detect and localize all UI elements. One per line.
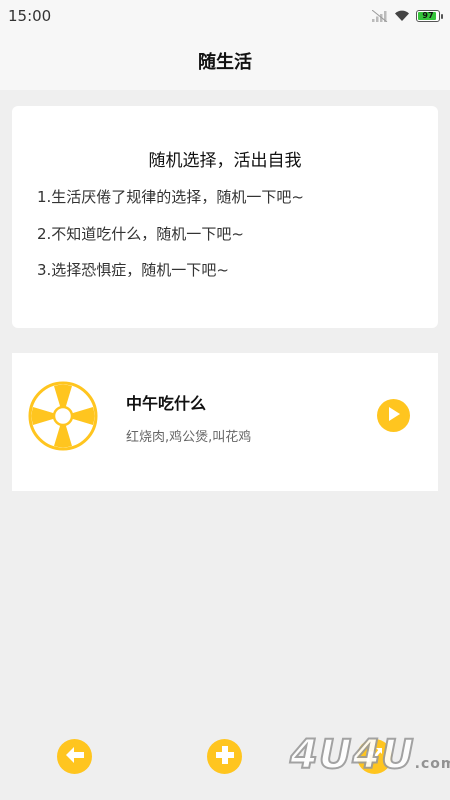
- intro-line: 2.不知道吃什么，随机一下吧~: [37, 225, 244, 243]
- topic-card[interactable]: 中午吃什么 红烧肉,鸡公煲,叫花鸡: [12, 353, 438, 491]
- topic-title: 中午吃什么: [126, 394, 207, 413]
- topic-options: 红烧肉,鸡公煲,叫花鸡: [126, 430, 252, 445]
- battery-icon: 97: [416, 10, 443, 22]
- add-icon: [215, 745, 235, 769]
- page-title: 随生活: [198, 52, 252, 73]
- status-time: 15:00: [8, 7, 52, 25]
- battery-level: 97: [422, 11, 434, 20]
- signal-icon: [371, 7, 388, 26]
- intro-heading: 随机选择，活出自我: [148, 151, 302, 171]
- wheel-icon: [27, 380, 99, 452]
- watermark-logo: 4U4U.com: [289, 731, 450, 779]
- app-bar: 随生活: [0, 32, 450, 90]
- play-icon: [387, 406, 401, 426]
- watermark-suffix: .com: [414, 756, 450, 772]
- intro-card: 随机选择，活出自我 1.生活厌倦了规律的选择，随机一下吧~ 2.不知道吃什么，随…: [12, 106, 438, 328]
- back-button[interactable]: [57, 739, 92, 774]
- watermark-text: 4U4U: [289, 731, 415, 779]
- intro-line: 1.生活厌倦了规律的选择，随机一下吧~: [37, 188, 304, 206]
- status-bar: 15:00 97: [0, 0, 450, 32]
- wifi-icon: [394, 7, 410, 26]
- play-button[interactable]: [377, 399, 410, 432]
- back-arrow-icon: [64, 746, 86, 768]
- status-icons: 97: [371, 7, 443, 26]
- intro-line: 3.选择恐惧症，随机一下吧~: [37, 261, 229, 279]
- add-button[interactable]: [207, 739, 242, 774]
